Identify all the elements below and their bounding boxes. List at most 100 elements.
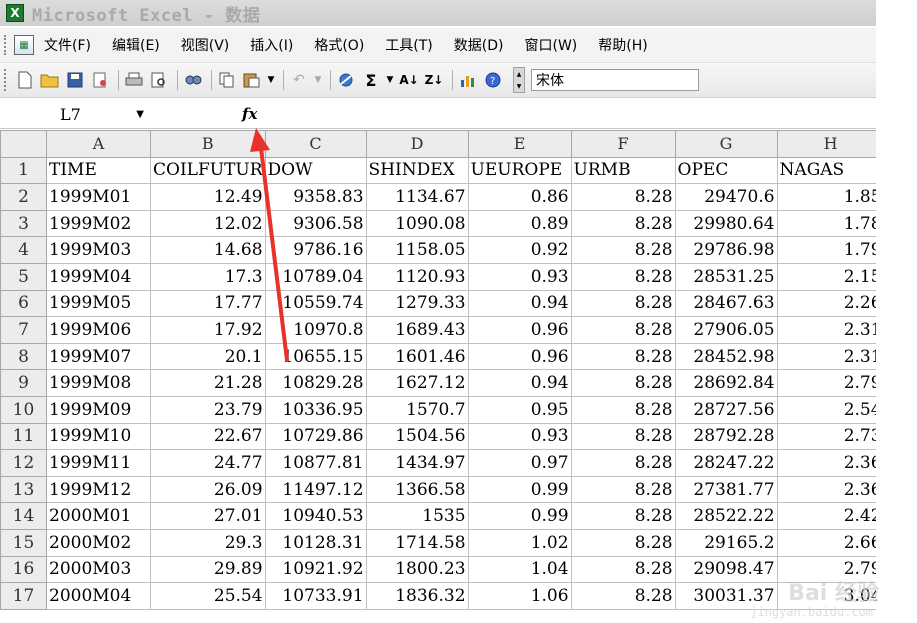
cell-c3[interactable]: 9306.58	[264, 209, 367, 238]
cell-c4[interactable]: 9786.16	[264, 236, 367, 264]
cell-e16[interactable]: 1.04	[467, 555, 572, 584]
cell-g13[interactable]: 27381.77	[674, 475, 778, 504]
cell-f11[interactable]: 8.28	[570, 422, 676, 451]
cell-g4[interactable]: 29786.98	[674, 236, 778, 264]
cell-b3[interactable]: 12.02	[150, 209, 266, 238]
cell-f1[interactable]: URMB	[570, 156, 676, 185]
cell-e10[interactable]: 0.95	[467, 395, 572, 424]
cell-g1[interactable]: OPEC	[674, 156, 778, 185]
cell-h11[interactable]: 2.73	[776, 422, 885, 451]
column-header-g[interactable]: G	[674, 130, 778, 158]
cell-c16[interactable]: 10921.92	[264, 555, 367, 584]
cell-h10[interactable]: 2.54	[776, 395, 885, 424]
cell-e7[interactable]: 0.96	[467, 316, 572, 344]
row-header[interactable]: 4	[0, 236, 47, 264]
sort-descending-icon[interactable]: Z↓	[423, 69, 445, 91]
row-header[interactable]: 10	[0, 395, 47, 424]
cell-f13[interactable]: 8.28	[570, 475, 676, 504]
cell-a15[interactable]: 2000M02	[46, 528, 151, 557]
row-header[interactable]: 9	[0, 369, 47, 397]
column-header-c[interactable]: C	[264, 130, 367, 158]
research-icon[interactable]	[182, 69, 204, 91]
cell-h17[interactable]: 3.04	[776, 582, 885, 610]
cell-h16[interactable]: 2.79	[776, 555, 885, 584]
cell-a13[interactable]: 1999M12	[46, 475, 151, 504]
cell-d4[interactable]: 1158.05	[365, 236, 469, 264]
menu-help[interactable]: 帮助(H)	[598, 35, 647, 55]
cell-a10[interactable]: 1999M09	[46, 395, 151, 424]
cell-f8[interactable]: 8.28	[570, 342, 676, 371]
cell-e5[interactable]: 0.93	[467, 262, 572, 291]
cell-b17[interactable]: 25.54	[150, 582, 266, 610]
cell-f10[interactable]: 8.28	[570, 395, 676, 424]
row-header[interactable]: 14	[0, 502, 47, 530]
autosum-button[interactable]: Σ	[360, 69, 382, 91]
cell-e2[interactable]: 0.86	[467, 183, 572, 211]
cell-h1[interactable]: NAGAS	[776, 156, 885, 185]
row-header[interactable]: 17	[0, 582, 47, 610]
cell-f4[interactable]: 8.28	[570, 236, 676, 264]
cell-h3[interactable]: 1.78	[776, 209, 885, 238]
cell-c7[interactable]: 10970.8	[264, 316, 367, 344]
cell-a5[interactable]: 1999M04	[46, 262, 151, 291]
cell-f3[interactable]: 8.28	[570, 209, 676, 238]
select-all-corner[interactable]	[0, 130, 47, 158]
cell-b6[interactable]: 17.77	[150, 289, 266, 318]
cell-f16[interactable]: 8.28	[570, 555, 676, 584]
toolbar-overflow-handle[interactable]: ▲ ▼	[513, 67, 525, 93]
cell-d14[interactable]: 1535	[365, 502, 469, 530]
cell-d3[interactable]: 1090.08	[365, 209, 469, 238]
menu-insert[interactable]: 插入(I)	[250, 35, 293, 55]
cell-h5[interactable]: 2.15	[776, 262, 885, 291]
row-header[interactable]: 12	[0, 449, 47, 477]
cell-a6[interactable]: 1999M05	[46, 289, 151, 318]
cell-d13[interactable]: 1366.58	[365, 475, 469, 504]
cell-g15[interactable]: 29165.2	[674, 528, 778, 557]
cell-f9[interactable]: 8.28	[570, 369, 676, 397]
cell-a8[interactable]: 1999M07	[46, 342, 151, 371]
cell-b12[interactable]: 24.77	[150, 449, 266, 477]
cell-f5[interactable]: 8.28	[570, 262, 676, 291]
cell-c14[interactable]: 10940.53	[264, 502, 367, 530]
sort-ascending-icon[interactable]: A↓	[398, 69, 420, 91]
cell-h9[interactable]: 2.79	[776, 369, 885, 397]
cell-a11[interactable]: 1999M10	[46, 422, 151, 451]
menu-edit[interactable]: 编辑(E)	[112, 35, 160, 55]
cell-b13[interactable]: 26.09	[150, 475, 266, 504]
cell-e8[interactable]: 0.96	[467, 342, 572, 371]
cell-d12[interactable]: 1434.97	[365, 449, 469, 477]
cell-d17[interactable]: 1836.32	[365, 582, 469, 610]
workbook-icon[interactable]: ▦	[14, 35, 34, 55]
cell-d2[interactable]: 1134.67	[365, 183, 469, 211]
cell-e3[interactable]: 0.89	[467, 209, 572, 238]
cell-g5[interactable]: 28531.25	[674, 262, 778, 291]
cell-b1[interactable]: COILFUTUR	[150, 156, 266, 185]
column-header-a[interactable]: A	[46, 130, 151, 158]
cell-b9[interactable]: 21.28	[150, 369, 266, 397]
open-folder-icon[interactable]	[39, 69, 61, 91]
save-icon[interactable]	[64, 69, 86, 91]
menu-data[interactable]: 数据(D)	[454, 35, 504, 55]
cell-a12[interactable]: 1999M11	[46, 449, 151, 477]
cell-h4[interactable]: 1.79	[776, 236, 885, 264]
menu-grip-handle[interactable]	[4, 35, 10, 55]
column-header-e[interactable]: E	[467, 130, 572, 158]
cell-g7[interactable]: 27906.05	[674, 316, 778, 344]
paste-dropdown-icon[interactable]: ▼	[266, 69, 276, 91]
cell-h12[interactable]: 2.36	[776, 449, 885, 477]
cell-c5[interactable]: 10789.04	[264, 262, 367, 291]
cell-d5[interactable]: 1120.93	[365, 262, 469, 291]
cell-c11[interactable]: 10729.86	[264, 422, 367, 451]
permission-icon[interactable]	[89, 69, 111, 91]
column-header-h[interactable]: H	[776, 130, 885, 158]
menu-format[interactable]: 格式(O)	[314, 35, 364, 55]
autosum-dropdown-icon[interactable]: ▼	[385, 69, 395, 91]
formula-input[interactable]	[265, 102, 876, 126]
cell-b7[interactable]: 17.92	[150, 316, 266, 344]
cell-a16[interactable]: 2000M03	[46, 555, 151, 584]
menu-tools[interactable]: 工具(T)	[385, 35, 432, 55]
cell-e9[interactable]: 0.94	[467, 369, 572, 397]
cell-e15[interactable]: 1.02	[467, 528, 572, 557]
cell-a14[interactable]: 2000M01	[46, 502, 151, 530]
cell-c13[interactable]: 11497.12	[264, 475, 367, 504]
